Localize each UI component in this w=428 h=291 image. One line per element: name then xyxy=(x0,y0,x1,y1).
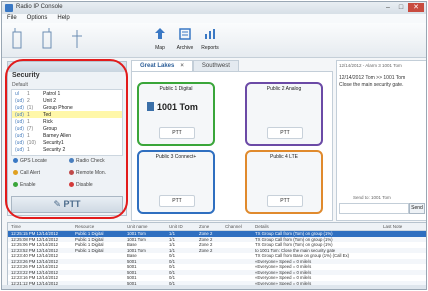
message-meta: 12/14/2012 Tom >> 1001 Tom xyxy=(339,75,406,81)
channel-tile-public-3[interactable]: Public 3 Connect+ PTT xyxy=(137,150,215,214)
tile-ptt-button[interactable]: PTT xyxy=(267,127,303,139)
tile-name: Public 1 Digital xyxy=(159,86,193,92)
event-log-table: Time Resource Unit name Unit ID Zone Cha… xyxy=(7,222,426,288)
channel-grid: Public 1 Digital 1001 Tom PTT Public 2 A… xyxy=(131,71,333,221)
tab-great-lakes[interactable]: Great Lakes × xyxy=(131,60,193,71)
status-bar xyxy=(2,285,426,289)
map-button[interactable]: Map xyxy=(148,27,172,51)
reports-button[interactable]: Reports xyxy=(198,27,222,51)
menu-help[interactable]: Help xyxy=(57,14,69,23)
left-toolbar-tools xyxy=(6,26,116,54)
speaker-icon xyxy=(147,102,154,111)
tile-name: Public 4 LTE xyxy=(270,154,298,160)
archive-label: Archive xyxy=(176,45,194,51)
app-window: Radio IP Console – □ ✕ File Options Help… xyxy=(1,1,427,290)
col-header-channel[interactable]: Channel xyxy=(225,223,255,230)
close-icon[interactable]: ✕ xyxy=(408,3,424,12)
channel-tile-public-1[interactable]: Public 1 Digital 1001 Tom PTT xyxy=(137,82,215,146)
col-header-details[interactable]: Details xyxy=(255,223,383,230)
channel-tile-public-2[interactable]: Public 2 Analog PTT xyxy=(245,82,323,146)
tile-ptt-button[interactable]: PTT xyxy=(159,127,195,139)
reports-icon xyxy=(205,29,215,39)
tile-ptt-button[interactable]: PTT xyxy=(159,195,195,207)
col-header-resource[interactable]: Resource xyxy=(75,223,127,230)
antenna-tool-icon[interactable] xyxy=(70,28,84,50)
message-input[interactable] xyxy=(339,203,409,214)
app-icon xyxy=(5,4,13,12)
message-text: Close the main security gate. xyxy=(339,82,404,88)
reports-label: Reports xyxy=(201,45,219,51)
channel-tile-public-4[interactable]: Public 4 LTE PTT xyxy=(245,150,323,214)
toolbar: Map Archive Reports xyxy=(2,23,426,58)
window-controls: – □ ✕ xyxy=(382,3,424,12)
tile-name: Public 3 Connect+ xyxy=(155,154,197,160)
map-label: Map xyxy=(155,45,165,51)
tile-name: Public 2 Analog xyxy=(266,86,302,92)
menu-options[interactable]: Options xyxy=(27,14,48,23)
window-title: Radio IP Console xyxy=(16,4,63,10)
table-header: Time Resource Unit name Unit ID Zone Cha… xyxy=(8,223,426,231)
archive-icon xyxy=(179,28,191,40)
col-header-zone[interactable]: Zone xyxy=(199,223,225,230)
maximize-icon[interactable]: □ xyxy=(395,3,407,12)
send-to-label: Send to: 1001 Tom xyxy=(353,195,391,200)
col-header-last-note[interactable]: Last Note xyxy=(383,223,423,230)
archive-button[interactable]: Archive xyxy=(173,27,197,51)
tile-ptt-button[interactable]: PTT xyxy=(267,195,303,207)
col-header-unit-id[interactable]: Unit ID xyxy=(169,223,199,230)
message-header: 12/14/2012 - Alarm 3 1001 Tom xyxy=(339,63,402,68)
message-panel: 12/14/2012 - Alarm 3 1001 Tom 12/14/2012… xyxy=(336,60,426,221)
col-header-unit-name[interactable]: Unit name xyxy=(127,223,169,230)
active-talker: 1001 Tom xyxy=(157,102,198,112)
col-header-time[interactable]: Time xyxy=(8,223,75,230)
map-icon xyxy=(155,28,165,39)
tab-southwest[interactable]: Southwest xyxy=(192,60,239,71)
minimize-icon[interactable]: – xyxy=(382,3,394,12)
radio-tool-icon-2[interactable] xyxy=(40,28,54,50)
close-tab-icon[interactable]: × xyxy=(180,63,184,69)
radio-tool-icon[interactable] xyxy=(10,28,24,50)
table-body: 12:25:15 PM 12/14/2012 Public 1 Digital 10… xyxy=(8,231,426,287)
menu-bar: File Options Help xyxy=(2,14,426,23)
highlight-annotation xyxy=(5,59,128,219)
menu-file[interactable]: File xyxy=(7,14,17,23)
send-button[interactable]: Send xyxy=(409,203,425,214)
resource-tabs: Great Lakes × Southwest xyxy=(131,60,331,71)
